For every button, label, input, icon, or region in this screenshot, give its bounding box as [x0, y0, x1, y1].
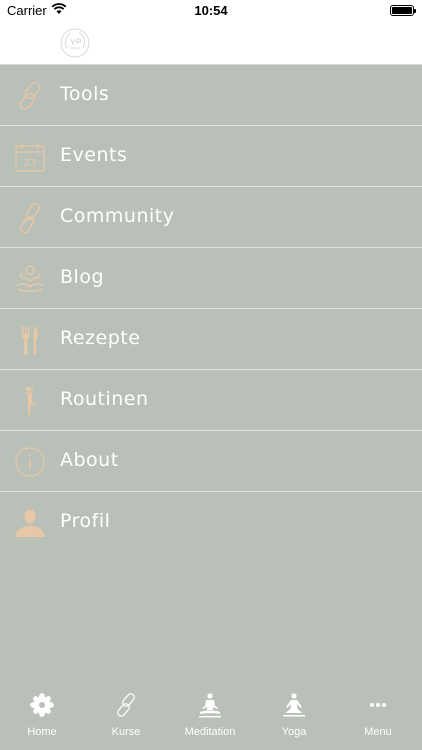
tab-menu[interactable]: Menu [336, 686, 420, 750]
yoga-pose-icon [25, 386, 37, 416]
menu-item-label: Blog [60, 266, 104, 288]
menu-item-events[interactable]: 23 Events [0, 126, 422, 187]
chain-link-icon [19, 202, 41, 234]
tab-label: Yoga [281, 726, 307, 738]
menu-item-label: Routinen [60, 388, 149, 410]
tab-label: Menu [364, 726, 392, 738]
menu-item-label: Tools [60, 83, 110, 105]
menu-item-label: Rezepte [60, 327, 141, 349]
menu-item-about[interactable]: About [0, 431, 422, 492]
status-bar: Carrier 10:54 [0, 0, 422, 22]
menu-item-label: Profil [60, 510, 111, 532]
fork-knife-icon [22, 326, 39, 355]
more-icon [370, 703, 386, 707]
app-header [0, 22, 422, 65]
info-icon [15, 447, 45, 477]
menu-item-label: About [60, 449, 119, 471]
meditation-icon [199, 693, 221, 718]
link-icon [117, 693, 135, 717]
menu-item-blog[interactable]: Blog [0, 248, 422, 309]
meditation-icon [16, 265, 44, 292]
menu-list: Tools 23 Events Community Blog Rezepte R… [0, 65, 422, 553]
tab-label: Meditation [184, 726, 236, 738]
menu-item-community[interactable]: Community [0, 187, 422, 248]
tab-home[interactable]: Home [0, 686, 84, 750]
menu-item-label: Community [60, 205, 175, 227]
menu-item-tools[interactable]: Tools [0, 65, 422, 126]
flower-icon [30, 693, 54, 717]
tab-kurse[interactable]: Kurse [84, 686, 168, 750]
menu-item-profil[interactable]: Profil [0, 492, 422, 553]
tab-label: Home [27, 726, 57, 738]
calendar-icon: 23 [15, 143, 45, 172]
link-icon [19, 82, 41, 110]
calendar-day-label: 23 [24, 158, 37, 169]
battery-icon [390, 5, 416, 16]
logo-icon [60, 28, 90, 58]
user-icon [15, 509, 45, 537]
menu-item-rezepte[interactable]: Rezepte [0, 309, 422, 370]
menu-item-routinen[interactable]: Routinen [0, 370, 422, 431]
menu-item-label: Events [60, 144, 128, 166]
clock: 10:54 [194, 3, 228, 18]
tab-label: Kurse [111, 726, 141, 738]
yoga-icon [283, 693, 305, 717]
tab-yoga[interactable]: Yoga [252, 686, 336, 750]
tab-bar: Home Kurse Meditation Yoga Menu [0, 686, 422, 750]
tab-meditation[interactable]: Meditation [168, 686, 252, 750]
